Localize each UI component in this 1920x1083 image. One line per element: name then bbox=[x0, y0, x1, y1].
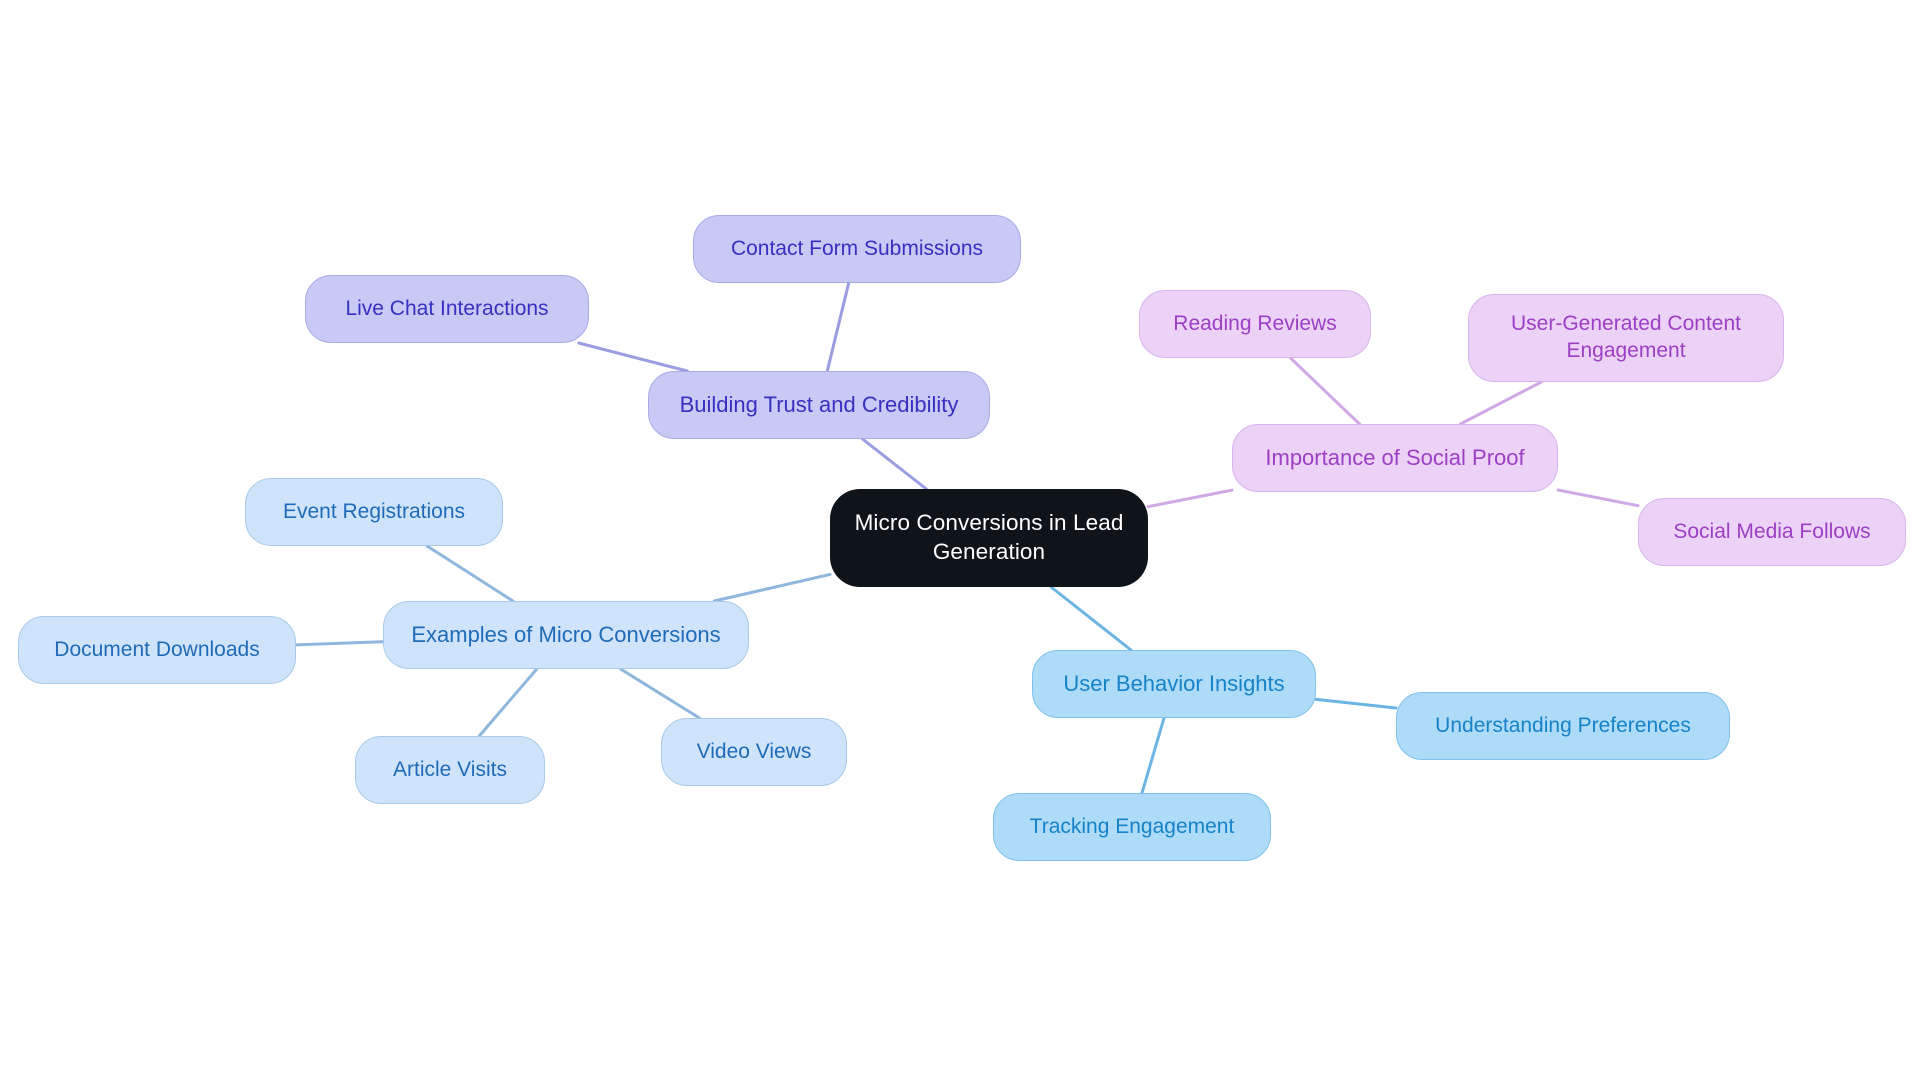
mindmap-branch-node-social-proof[interactable]: Importance of Social Proof bbox=[1232, 424, 1558, 492]
connector-examples-micro-conversions-to-document-downloads bbox=[294, 640, 385, 647]
mindmap-leaf-node-social-media-follows[interactable]: Social Media Follows bbox=[1638, 498, 1906, 566]
connector-root-to-building-trust bbox=[860, 437, 928, 491]
connector-building-trust-to-contact-form-submissions bbox=[825, 281, 851, 373]
mindmap-branch-node-building-trust[interactable]: Building Trust and Credibility bbox=[648, 371, 990, 439]
connector-social-proof-to-reading-reviews bbox=[1289, 356, 1361, 426]
mindmap-leaf-node-reading-reviews[interactable]: Reading Reviews bbox=[1139, 290, 1371, 358]
connector-social-proof-to-user-generated-content bbox=[1458, 380, 1543, 426]
mindmap-canvas: Micro Conversions in Lead Generation Buil… bbox=[0, 0, 1920, 1083]
connector-social-proof-to-social-media-follows bbox=[1556, 488, 1640, 508]
mindmap-branch-node-examples-micro-conversions[interactable]: Examples of Micro Conversions bbox=[383, 601, 749, 669]
mindmap-leaf-node-event-registrations[interactable]: Event Registrations bbox=[245, 478, 503, 546]
mindmap-root-node[interactable]: Micro Conversions in Lead Generation bbox=[830, 489, 1148, 587]
mindmap-branch-node-user-behavior-insights[interactable]: User Behavior Insights bbox=[1032, 650, 1316, 718]
mindmap-leaf-node-contact-form-submissions[interactable]: Contact Form Submissions bbox=[693, 215, 1021, 283]
mindmap-leaf-node-document-downloads[interactable]: Document Downloads bbox=[18, 616, 296, 684]
mindmap-leaf-node-user-generated-content[interactable]: User-Generated Content Engagement bbox=[1468, 294, 1784, 382]
connector-examples-micro-conversions-to-video-views bbox=[619, 667, 701, 720]
mindmap-leaf-node-tracking-engagement[interactable]: Tracking Engagement bbox=[993, 793, 1271, 861]
connector-user-behavior-insights-to-tracking-engagement bbox=[1140, 716, 1166, 795]
mindmap-leaf-node-video-views[interactable]: Video Views bbox=[661, 718, 847, 786]
connector-root-to-user-behavior-insights bbox=[1049, 585, 1133, 652]
connector-user-behavior-insights-to-understanding-preferences bbox=[1314, 697, 1398, 710]
connector-root-to-social-proof bbox=[1146, 488, 1234, 509]
mindmap-leaf-node-live-chat-interactions[interactable]: Live Chat Interactions bbox=[305, 275, 589, 343]
connector-examples-micro-conversions-to-event-registrations bbox=[425, 544, 515, 603]
connector-root-to-examples-micro-conversions bbox=[712, 572, 832, 603]
connector-examples-micro-conversions-to-article-visits bbox=[477, 667, 539, 738]
mindmap-leaf-node-understanding-preferences[interactable]: Understanding Preferences bbox=[1396, 692, 1730, 760]
connector-building-trust-to-live-chat-interactions bbox=[577, 341, 689, 373]
mindmap-leaf-node-article-visits[interactable]: Article Visits bbox=[355, 736, 545, 804]
